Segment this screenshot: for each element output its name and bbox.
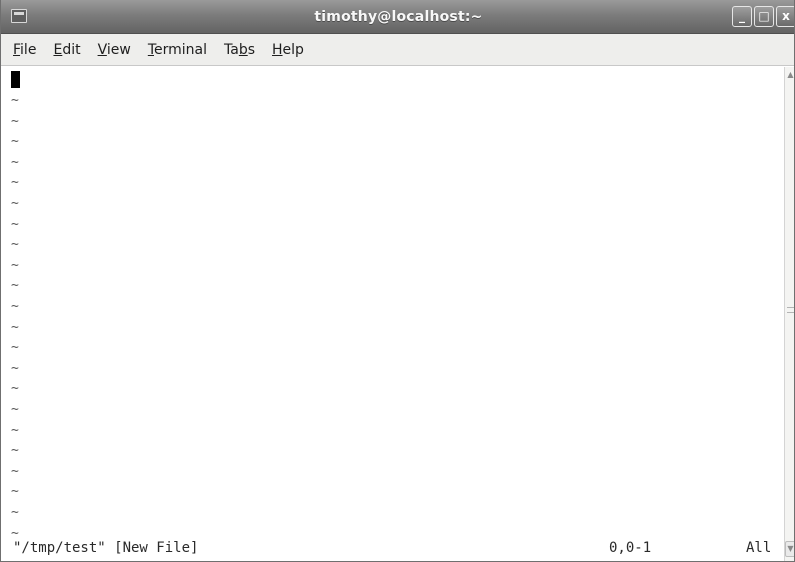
menu-edit[interactable]: Edit <box>53 42 80 58</box>
menu-file[interactable]: File <box>13 42 36 58</box>
empty-line-tilde: ~ <box>11 113 19 129</box>
scroll-grip-icon[interactable] <box>787 307 794 313</box>
window-title: timothy@localhost:~ <box>314 9 483 25</box>
empty-line-tilde: ~ <box>11 505 19 520</box>
terminal-area[interactable]: "/tmp/test" [New File] 0,0-1 All ~ ~ ~ ~ ~ ~ ~… <box>1 67 782 561</box>
empty-line-tilde: ~ <box>11 340 19 356</box>
vim-status-position: 0,0-1 <box>609 540 652 556</box>
window-controls: _ □ x <box>732 6 794 28</box>
menu-terminal[interactable]: Terminal <box>148 42 207 58</box>
scroll-up-icon[interactable]: ▲ <box>786 69 794 81</box>
vertical-scrollbar[interactable]: ▲ ▼ <box>784 67 794 561</box>
vim-status-scroll: All <box>746 540 772 556</box>
empty-line-tilde: ~ <box>11 381 19 397</box>
empty-line-tilde: ~ <box>11 93 19 108</box>
empty-line-tilde: ~ <box>11 257 19 273</box>
menu-view[interactable]: View <box>98 42 131 58</box>
empty-line-tilde: ~ <box>11 484 19 500</box>
title-bar[interactable]: timothy@localhost:~ _ □ x <box>1 0 794 34</box>
empty-line-tilde: ~ <box>11 299 19 314</box>
terminal-window: timothy@localhost:~ _ □ x File Edit View… <box>0 0 795 562</box>
empty-line-tilde: ~ <box>11 402 19 417</box>
text-cursor <box>11 71 20 88</box>
empty-line-tilde: ~ <box>11 237 19 253</box>
close-button[interactable]: x <box>776 6 794 27</box>
empty-line-tilde: ~ <box>11 216 19 232</box>
empty-line-tilde: ~ <box>11 422 19 438</box>
empty-line-tilde: ~ <box>11 134 19 150</box>
menu-tabs[interactable]: Tabs <box>224 42 255 58</box>
empty-line-tilde: ~ <box>11 278 19 294</box>
minimize-button[interactable]: _ <box>732 6 752 27</box>
empty-line-tilde: ~ <box>11 463 19 479</box>
empty-line-tilde: ~ <box>11 154 19 170</box>
empty-line-tilde: ~ <box>11 319 19 335</box>
empty-line-tilde: ~ <box>11 525 19 541</box>
scroll-down-icon[interactable]: ▼ <box>785 541 794 557</box>
vim-status-file: "/tmp/test" [New File] <box>13 540 199 556</box>
menu-bar: File Edit View Terminal Tabs Help <box>1 34 794 66</box>
menu-help[interactable]: Help <box>272 42 304 58</box>
empty-line-tilde: ~ <box>11 196 19 211</box>
empty-line-tilde: ~ <box>11 175 19 191</box>
empty-line-tilde: ~ <box>11 360 19 376</box>
empty-line-tilde: ~ <box>11 443 19 459</box>
maximize-button[interactable]: □ <box>754 6 774 27</box>
